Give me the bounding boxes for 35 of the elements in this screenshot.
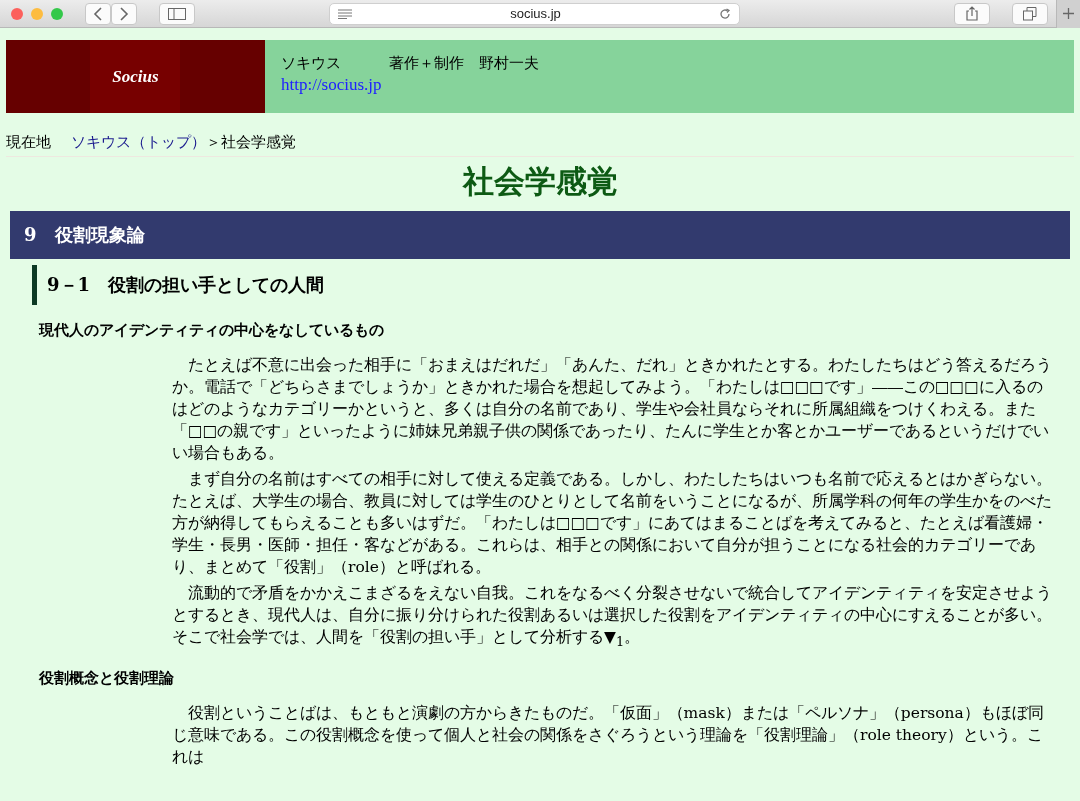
section-heading: 9－1 役割の担い手としての人間 [32, 265, 1074, 305]
breadcrumb-label: 現在地 [6, 133, 51, 152]
chapter-heading: 9 役割現象論 [10, 211, 1070, 259]
page-title: 社会学感覚 [461, 162, 619, 201]
paragraph: 役割ということばは、もともと演劇の方からきたものだ。「仮面」（mask）または「ペルソナ」（persona）もほぼ同じ意味である。この役割概念を使って個人と社会の関係をさぐろうという理論を「役割理論」（role theory）という。これは [172, 703, 1045, 769]
back-button[interactable] [85, 2, 111, 25]
subsection-heading: 役割概念と役割理論 [39, 669, 175, 689]
sidebar-icon [167, 7, 186, 20]
chevron-left-icon [93, 6, 103, 21]
new-tab-button[interactable] [1055, 0, 1080, 28]
address-bar[interactable]: socius.jp [328, 2, 741, 25]
close-button[interactable] [11, 7, 23, 20]
reader-icon[interactable] [337, 8, 352, 19]
logo-text: Socius [112, 66, 159, 87]
paragraph: 流動的で矛盾をかかえこまざるをえない自我。これをなるべく分裂させないで統合してアイデンティティを安定させようとするとき、現代人は、自分に振り分けられた役割あるいは選択した役割をアイデンティティの中心にすえることが多い。そこで社会学では、人間を「役割の担い手」として分析する▼$_{1}$。 [172, 583, 1053, 652]
chevron-right-icon [119, 6, 129, 21]
paragraph: たとえば不意に出会った相手に「おまえはだれだ」「あんた、だれ」ときかれたとする。わたしたちはどう答えるだろうか。電話で「どちらさまでしょうか」ときかれた場合を想起してみよう。「わたしは□□□です」――この□□□に入るのはどのようなカテゴリーかというと、多くは自分の名前であり、学生や会社員ならそれに所属組織をつけくわえる。また「□□の親です」といったように姉妹兄弟親子供の関係であったり、たんに学生とか客とかユーザーであるというだけでいい場合もある。 [172, 355, 1053, 464]
tabs-icon [1022, 6, 1037, 21]
tabs-button[interactable] [1012, 2, 1048, 25]
site-link[interactable]: http://socius.jp [281, 75, 382, 95]
share-button[interactable] [954, 2, 991, 25]
reload-icon[interactable] [719, 7, 732, 20]
minimize-button[interactable] [31, 7, 43, 20]
breadcrumb-current: ＞社会学感覚 [206, 133, 296, 152]
share-icon [966, 6, 979, 21]
zoom-button[interactable] [51, 7, 63, 20]
subsection-heading: 現代人のアイデンティティの中心をなしているもの [39, 321, 385, 340]
breadcrumb-link[interactable]: ソキウス（トップ） [71, 133, 206, 152]
paragraph: まず自分の名前はすべての相手に対して使える定義である。しかし、わたしたちはいつも名前で応えるとはかぎらない。たとえば、大学生の場合、教員に対しては学生のひとりとして名前をいうことになるが、所属学科の何年の学生かをのべた方が納得してもらえることも多いはずだ。「わたしは□□□です」にあてはまることばを考えてみると、たとえば看護婦・学生・長男・医師・担任・客などがある。これらは、相手との関係において自分が担うことになる社会的カテゴリーであり、まとめて「役割」（role）と呼ばれる。 [172, 469, 1053, 578]
address-text: socius.jp [509, 6, 562, 21]
plus-icon [1062, 8, 1074, 19]
site-name: ソキウス [281, 54, 341, 73]
sidebar-button[interactable] [159, 2, 195, 25]
forward-button[interactable] [111, 2, 137, 25]
author-credit: 著作＋制作 野村一夫 [389, 54, 539, 73]
